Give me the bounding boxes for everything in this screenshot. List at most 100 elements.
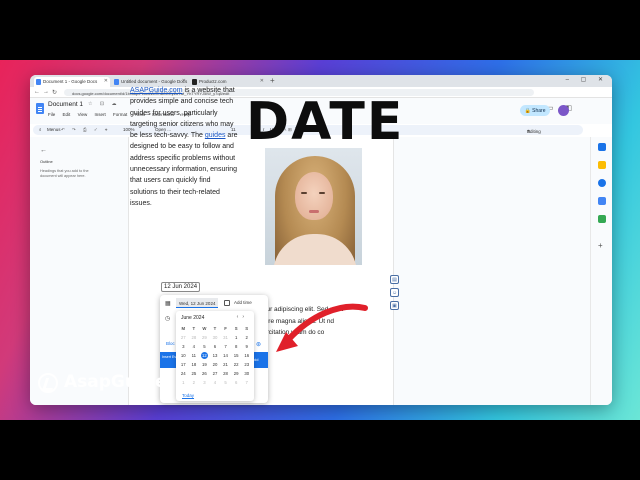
- share-button[interactable]: 🔒 Share: [520, 105, 550, 116]
- menu-insert[interactable]: Insert: [95, 112, 106, 117]
- calendar-day[interactable]: 27: [210, 370, 221, 377]
- date-chip[interactable]: 12 Jun 2024: [161, 282, 201, 292]
- suggest-edit-icon[interactable]: ▣: [390, 301, 399, 310]
- calendar-day[interactable]: 31: [220, 334, 231, 341]
- calendar-day[interactable]: 17: [178, 361, 189, 368]
- calendar-day[interactable]: 25: [189, 370, 200, 377]
- date-picker-popup: ▦ Wed, 12 Jun 2024 Add time ◷ Bloc Inser…: [160, 295, 268, 403]
- calendar-day[interactable]: 10: [178, 352, 189, 359]
- settings-icon[interactable]: ⊛: [256, 341, 261, 348]
- calendar-day[interactable]: 6: [210, 343, 221, 350]
- add-comment-icon[interactable]: ▤: [390, 275, 399, 284]
- add-time-label: Add time: [234, 300, 252, 305]
- headline-overlay: DATE: [246, 92, 405, 152]
- calendar-day[interactable]: 6: [231, 379, 242, 386]
- close-icon[interactable]: ✕: [104, 78, 108, 84]
- calendar-day[interactable]: 29: [231, 370, 242, 377]
- back-arrow-icon[interactable]: ←: [40, 147, 98, 154]
- asapguide-link[interactable]: ASAPGuide.com: [130, 87, 183, 94]
- add-time-checkbox[interactable]: [224, 300, 230, 306]
- calendar-day[interactable]: 22: [231, 361, 242, 368]
- lock-icon: 🔒: [524, 107, 531, 114]
- calendar-day[interactable]: 4: [210, 379, 221, 386]
- calendar-day[interactable]: 2: [241, 334, 252, 341]
- document-title[interactable]: Document 1: [48, 101, 83, 108]
- reload-icon[interactable]: ↻: [52, 89, 57, 96]
- calendar-day[interactable]: 30: [241, 370, 252, 377]
- menu-file[interactable]: File: [48, 112, 55, 117]
- keep-icon[interactable]: [598, 161, 606, 169]
- calendar-day[interactable]: 2: [189, 379, 200, 386]
- search-icon[interactable]: ⌕: [39, 127, 42, 132]
- new-tab-button[interactable]: +: [270, 76, 275, 85]
- calendar-day[interactable]: 14: [220, 352, 231, 359]
- calendar-day[interactable]: 30: [210, 334, 221, 341]
- calendar-day[interactable]: 1: [178, 379, 189, 386]
- date-input[interactable]: Wed, 12 Jun 2024: [176, 298, 218, 308]
- menu-format[interactable]: Format: [113, 112, 127, 117]
- calendar-day[interactable]: 21: [220, 361, 231, 368]
- calendar-day[interactable]: 15: [231, 352, 242, 359]
- today-link[interactable]: Today: [182, 393, 194, 398]
- tasks-icon[interactable]: [598, 179, 606, 187]
- menus-search[interactable]: Menus: [47, 127, 61, 132]
- calendar-day[interactable]: 16: [241, 352, 252, 359]
- window-controls[interactable]: – ▢ ✕: [566, 76, 608, 83]
- portrait-image[interactable]: [265, 148, 362, 265]
- calendar-day[interactable]: 19: [199, 361, 210, 368]
- document-paragraph[interactable]: ASAPGuide.com is a website that provides…: [130, 85, 240, 209]
- calendar-day[interactable]: 11: [189, 352, 200, 359]
- calendar-day[interactable]: 8: [231, 343, 242, 350]
- emoji-icon[interactable]: ☺: [390, 288, 399, 297]
- close-icon[interactable]: ✕: [182, 78, 186, 84]
- menu-edit[interactable]: Edit: [63, 112, 71, 117]
- calendar-day[interactable]: 20: [210, 361, 221, 368]
- calendar-day[interactable]: 3: [178, 343, 189, 350]
- calendar-day[interactable]: 28: [189, 334, 200, 341]
- calendar-day[interactable]: 7: [241, 379, 252, 386]
- calendar-day[interactable]: 5: [220, 379, 231, 386]
- calendar-day[interactable]: 18: [189, 361, 200, 368]
- undo-redo-print-icons[interactable]: ↶ ↷ ⎙ ✓ ⌖: [61, 127, 110, 133]
- guides-link[interactable]: guides: [205, 132, 226, 139]
- calendar-day[interactable]: 29: [199, 334, 210, 341]
- paragraph-text-2: are designed to be easy to follow and ad…: [130, 132, 238, 207]
- add-addon-icon[interactable]: +: [598, 241, 603, 250]
- calendar-day[interactable]: 24: [178, 370, 189, 377]
- calendar-icon[interactable]: [598, 143, 606, 151]
- weekday-header: M: [181, 326, 186, 331]
- tab-document-1[interactable]: Document 1 - Google Docs ✕: [34, 77, 110, 87]
- weekday-header: S: [234, 326, 238, 331]
- add-button[interactable]: dd: [252, 352, 268, 368]
- calendar-day[interactable]: 1: [231, 334, 242, 341]
- calendar-day[interactable]: 5: [199, 343, 210, 350]
- tab-label: Untitled document - Google Docs: [121, 79, 188, 84]
- block-link[interactable]: Bloc: [166, 341, 175, 346]
- avatar[interactable]: [558, 105, 569, 116]
- calendar-day[interactable]: 9: [241, 343, 252, 350]
- calendar-day[interactable]: 27: [178, 334, 189, 341]
- calendar-month[interactable]: June 2024: [181, 315, 204, 321]
- calendar-day[interactable]: 4: [189, 343, 200, 350]
- calendar-day[interactable]: 23: [241, 361, 252, 368]
- back-icon[interactable]: ←: [34, 89, 40, 95]
- calendar-day[interactable]: 3: [199, 379, 210, 386]
- share-label: Share: [532, 107, 546, 114]
- editing-mode-select[interactable]: ✎ Editing ⌄: [527, 127, 541, 134]
- calendar-day[interactable]: 28: [220, 370, 231, 377]
- calendar-day[interactable]: 13: [210, 352, 221, 359]
- menu-view[interactable]: View: [78, 112, 88, 117]
- star-icon[interactable]: ☆ ⊡ ☁: [88, 101, 119, 107]
- forward-icon[interactable]: →: [43, 89, 49, 95]
- outline-hint: Headings that you add to the document wi…: [40, 169, 89, 179]
- maps-icon[interactable]: [598, 215, 606, 223]
- calendar-nav-arrows[interactable]: ‹›: [237, 314, 248, 320]
- calendar-day-selected[interactable]: 12: [200, 352, 208, 359]
- close-icon[interactable]: ✕: [260, 78, 264, 84]
- calendar-day[interactable]: 26: [199, 370, 210, 377]
- docs-logo-icon[interactable]: [36, 103, 44, 114]
- contacts-icon[interactable]: [598, 197, 606, 205]
- outline-panel: ← Outline Headings that you add to the d…: [40, 147, 98, 180]
- calendar-small-icon: ▦: [165, 301, 171, 307]
- calendar-day[interactable]: 7: [220, 343, 231, 350]
